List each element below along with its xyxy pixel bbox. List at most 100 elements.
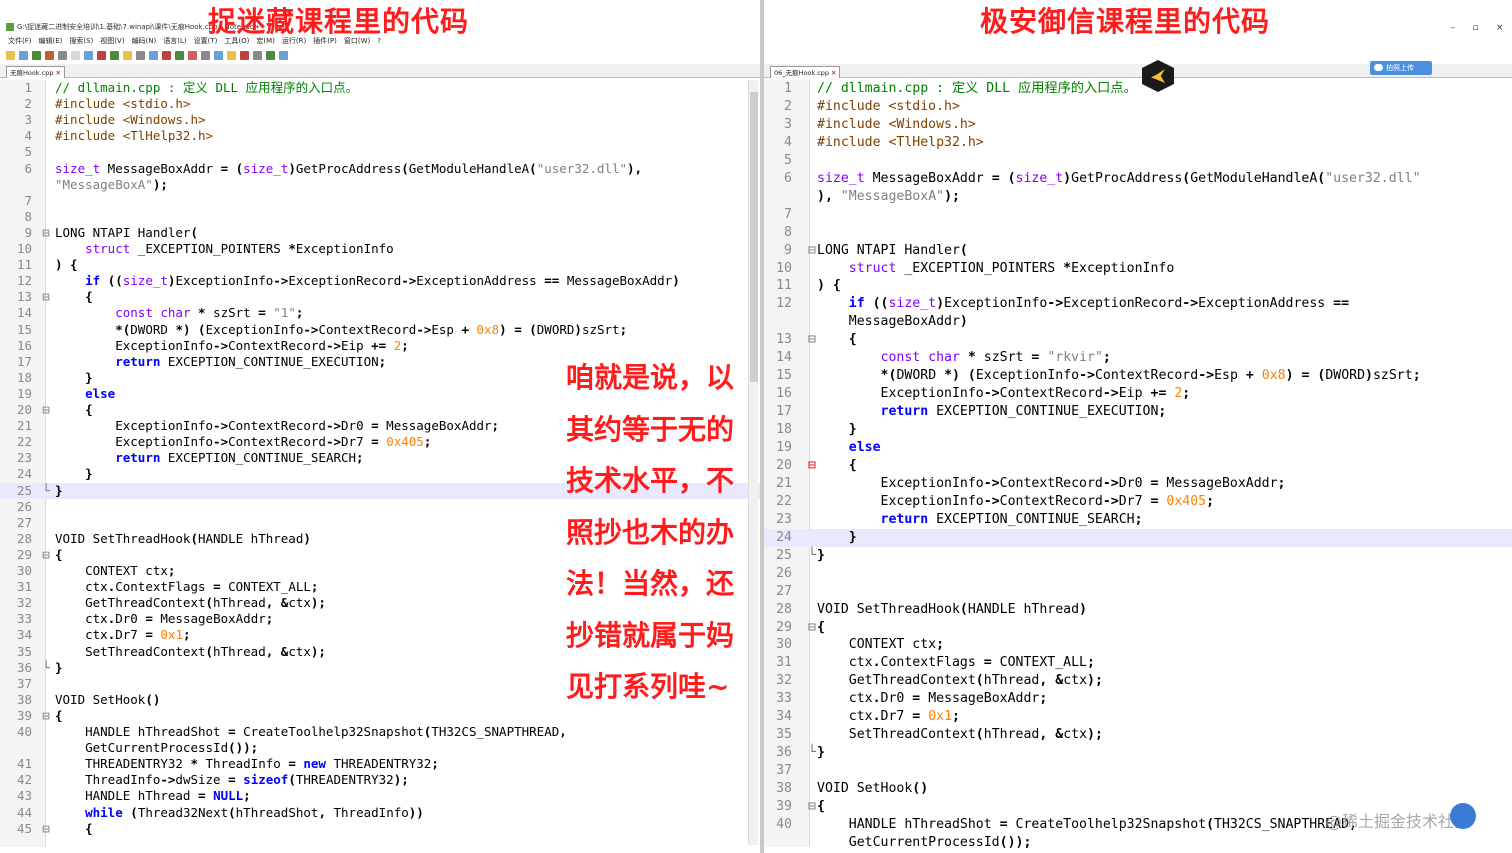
menu-item[interactable]: 视图(V) — [100, 37, 124, 45]
code-line[interactable]: 33 ctx.Dr0 = MessageBoxAddr; — [764, 690, 1512, 708]
code-line[interactable]: 14 const char * szSrt = "1"; — [0, 305, 760, 321]
right-code-editor[interactable]: 1 // dllmain.cpp : 定义 DLL 应用程序的入口点。 2 #incl… — [764, 80, 1512, 850]
close-window-button[interactable]: × — [1496, 23, 1504, 33]
menu-item[interactable]: 编码(N) — [132, 37, 157, 45]
code-line[interactable]: 40 HANDLE hThreadShot = CreateToolhelp32… — [0, 724, 760, 740]
fold-toggle-icon[interactable]: ⊟ — [808, 457, 816, 475]
code-line[interactable]: 9 ⊟ LONG NTAPI Handler( — [0, 225, 760, 241]
code-line[interactable]: 5 — [0, 144, 760, 160]
code-line[interactable]: 32 GetThreadContext(hThread, &ctx); — [764, 672, 1512, 690]
menu-item[interactable]: 搜索(S) — [69, 37, 93, 45]
code-line[interactable]: 10 struct _EXCEPTION_POINTERS *Exception… — [764, 260, 1512, 278]
toolbar-button-icon[interactable] — [84, 50, 93, 60]
code-line[interactable]: 42 ThreadInfo->dwSize = sizeof(THREADENT… — [0, 772, 760, 788]
toolbar-button-icon[interactable] — [58, 50, 67, 60]
toolbar-button-icon[interactable] — [253, 50, 262, 60]
right-file-tab[interactable]: 06_无痕Hook.cpp ✕ — [770, 66, 841, 78]
toolbar-button-icon[interactable] — [97, 50, 106, 60]
code-line[interactable]: 4 #include <TlHelp32.h> — [0, 128, 760, 144]
code-line[interactable]: 19 else — [764, 439, 1512, 457]
fold-toggle-icon[interactable]: ⊟ — [42, 402, 50, 418]
toolbar-button-icon[interactable] — [136, 50, 145, 60]
code-line[interactable]: 27 — [764, 583, 1512, 601]
code-line[interactable]: "MessageBoxA"); — [0, 177, 760, 193]
toolbar-button-icon[interactable] — [149, 50, 158, 60]
fold-toggle-icon[interactable]: ⊟ — [808, 242, 816, 260]
code-line[interactable]: 8 — [0, 209, 760, 225]
code-line[interactable]: 13 ⊟ { — [764, 331, 1512, 349]
toolbar-button-icon[interactable] — [175, 50, 184, 60]
code-line[interactable]: 35 SetThreadContext(hThread, &ctx); — [764, 726, 1512, 744]
toolbar-button-icon[interactable] — [123, 50, 132, 60]
menu-item[interactable]: 文件(F) — [8, 37, 32, 45]
code-line[interactable]: 12 if ((size_t)ExceptionInfo->ExceptionR… — [764, 295, 1512, 313]
close-icon[interactable]: ✕ — [56, 69, 61, 77]
code-line[interactable]: 26 — [764, 565, 1512, 583]
code-line[interactable]: 21 ExceptionInfo->ContextRecord->Dr0 = M… — [764, 475, 1512, 493]
code-line[interactable]: 11) { — [0, 257, 760, 273]
toolbar-button-icon[interactable] — [162, 50, 171, 60]
toolbar-button-icon[interactable] — [71, 50, 80, 60]
code-line[interactable]: 22 ExceptionInfo->ContextRecord->Dr7 = 0… — [764, 493, 1512, 511]
toolbar-button-icon[interactable] — [227, 50, 236, 60]
code-line[interactable]: 2 #include <stdio.h> — [764, 98, 1512, 116]
code-line[interactable]: 3 #include <Windows.h> — [0, 112, 760, 128]
toolbar-button-icon[interactable] — [214, 50, 223, 60]
code-line[interactable]: 1 // dllmain.cpp : 定义 DLL 应用程序的入口点。 — [764, 80, 1512, 98]
code-line[interactable]: 45 ⊟ { — [0, 821, 760, 837]
fold-toggle-icon[interactable]: ⊟ — [42, 289, 50, 305]
code-line[interactable]: 13 ⊟ { — [0, 289, 760, 305]
toolbar-button-icon[interactable] — [201, 50, 210, 60]
code-line[interactable]: 9 ⊟ LONG NTAPI Handler( — [764, 242, 1512, 260]
menu-item[interactable]: 语言(L) — [163, 37, 186, 45]
fold-toggle-icon[interactable]: ⊟ — [808, 798, 816, 816]
code-line[interactable]: 24 } — [764, 528, 1512, 547]
code-line[interactable]: 14 const char * szSrt = "rkvir"; — [764, 349, 1512, 367]
code-line[interactable]: 20 ⊟ { — [764, 457, 1512, 475]
fold-toggle-icon[interactable]: ⊟ — [42, 547, 50, 563]
code-line[interactable]: 31 ctx.ContextFlags = CONTEXT_ALL; — [764, 654, 1512, 672]
code-line[interactable]: 18 } — [764, 421, 1512, 439]
fold-toggle-icon[interactable]: ⊟ — [42, 821, 50, 837]
code-line[interactable]: 5 — [764, 152, 1512, 170]
toolbar-button-icon[interactable] — [240, 50, 249, 60]
code-line[interactable]: 6 size_t MessageBoxAddr = (size_t)GetProc… — [764, 170, 1512, 188]
code-line[interactable]: GetCurrentProcessId()); — [764, 834, 1512, 852]
code-line[interactable]: 34 ctx.Dr7 = 0x1; — [764, 708, 1512, 726]
code-line[interactable]: 38 VOID SetHook() — [764, 780, 1512, 798]
toolbar-button-icon[interactable] — [6, 50, 15, 60]
code-line[interactable]: 29 ⊟{ — [764, 619, 1512, 637]
code-line[interactable]: ), "MessageBoxA"); — [764, 188, 1512, 206]
code-line[interactable]: 43 HANDLE hThread = NULL; — [0, 788, 760, 804]
toolbar-button-icon[interactable] — [279, 50, 288, 60]
code-line[interactable]: MessageBoxAddr) — [764, 313, 1512, 331]
fold-toggle-icon[interactable]: ⊟ — [42, 708, 50, 724]
code-line[interactable]: 12 if ((size_t)ExceptionInfo->ExceptionR… — [0, 273, 760, 289]
toolbar-button-icon[interactable] — [188, 50, 197, 60]
toolbar-button-icon[interactable] — [19, 50, 28, 60]
code-line[interactable]: 44 while (Thread32Next(hThreadShot, Thre… — [0, 805, 760, 821]
code-line[interactable]: 15 *(DWORD *) (ExceptionInfo->ContextRec… — [764, 367, 1512, 385]
left-scroll-thumb[interactable] — [750, 92, 758, 382]
code-line[interactable]: 1 // dllmain.cpp : 定义 DLL 应用程序的入口点。 — [0, 80, 760, 96]
code-line[interactable]: 7 — [764, 206, 1512, 224]
code-line[interactable]: 3 #include <Windows.h> — [764, 116, 1512, 134]
maximize-button[interactable]: ▫ — [1472, 23, 1478, 33]
code-line[interactable]: GetCurrentProcessId()); — [0, 740, 760, 756]
code-line[interactable]: 6 size_t MessageBoxAddr = (size_t)GetProc… — [0, 161, 760, 177]
code-line[interactable]: 37 — [764, 762, 1512, 780]
toolbar-button-icon[interactable] — [110, 50, 119, 60]
code-line[interactable]: 30 CONTEXT ctx; — [764, 636, 1512, 654]
code-line[interactable]: 25 └} — [764, 547, 1512, 565]
fold-toggle-icon[interactable]: ⊟ — [42, 225, 50, 241]
code-line[interactable]: 23 return EXCEPTION_CONTINUE_SEARCH; — [764, 511, 1512, 529]
code-line[interactable]: 28 VOID SetThreadHook(HANDLE hThread) — [764, 601, 1512, 619]
code-line[interactable]: 15 *(DWORD *) (ExceptionInfo->ContextRec… — [0, 322, 760, 338]
code-line[interactable]: 10 struct _EXCEPTION_POINTERS *Exception… — [0, 241, 760, 257]
toolbar-button-icon[interactable] — [266, 50, 275, 60]
code-line[interactable]: 2 #include <stdio.h> — [0, 96, 760, 112]
minimize-button[interactable]: – — [1451, 23, 1456, 33]
left-file-tab[interactable]: 无痕Hook.cpp ✕ — [6, 66, 65, 78]
code-line[interactable]: 8 — [764, 224, 1512, 242]
upload-button[interactable]: 拍照上传 — [1370, 61, 1432, 75]
